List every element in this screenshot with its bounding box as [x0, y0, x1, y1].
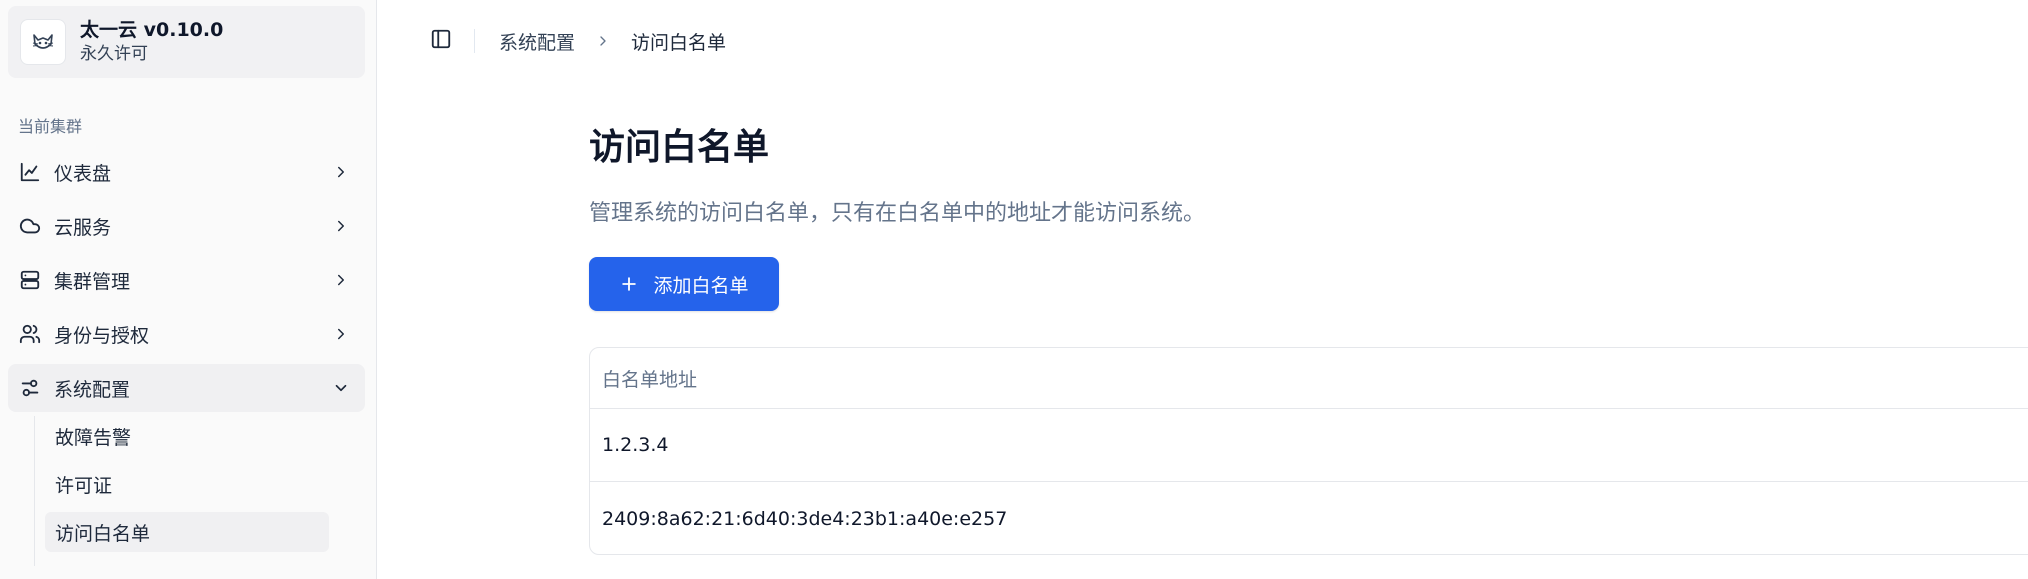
- sidebar-item-system-config[interactable]: 系统配置: [8, 364, 365, 412]
- brand-switcher[interactable]: 太一云 v0.10.0 永久许可: [8, 6, 365, 78]
- plus-icon: [619, 274, 639, 294]
- chevron-right-icon: [331, 216, 351, 236]
- cloud-icon: [18, 214, 42, 238]
- table-row[interactable]: 2409:8a62:21:6d40:3de4:23b1:a40e:e257: [590, 482, 2028, 554]
- chevron-right-icon: [595, 33, 611, 49]
- sidebar-subitem-label: 许可证: [55, 474, 113, 497]
- chevron-right-icon: [331, 270, 351, 290]
- panel-left-icon: [430, 28, 452, 54]
- main-content: 系统配置 访问白名单 访问白名单 管理系统的访问白名单，只有在白名单中的地址才能…: [377, 0, 2028, 579]
- submenu-guide-line: [34, 416, 35, 566]
- sidebar-item-label: 系统配置: [54, 378, 131, 401]
- breadcrumb-current: 访问白名单: [631, 31, 727, 54]
- whitelist-address-cell: 2409:8a62:21:6d40:3de4:23b1:a40e:e257: [602, 507, 1008, 530]
- sidebar-item-cloud-services[interactable]: 云服务: [8, 202, 365, 250]
- add-whitelist-button-label: 添加白名单: [653, 274, 749, 297]
- users-icon: [18, 322, 42, 346]
- chevron-right-icon: [331, 324, 351, 344]
- chevron-right-icon: [331, 162, 351, 182]
- breadcrumb: 系统配置 访问白名单: [499, 27, 726, 55]
- sidebar-subitem-license[interactable]: 许可证: [45, 464, 329, 504]
- sidebar-item-label: 云服务: [54, 216, 112, 239]
- page-title: 访问白名单: [589, 127, 770, 168]
- breadcrumb-parent-link[interactable]: 系统配置: [499, 28, 575, 55]
- app-root: 太一云 v0.10.0 永久许可 当前集群 仪表盘 云服务 集群管理 身份与授权…: [0, 0, 2028, 579]
- sidebar-subitem-label: 访问白名单: [55, 522, 151, 545]
- sidebar-item-identity-authorization[interactable]: 身份与授权: [8, 310, 365, 358]
- cat-logo-icon: [20, 19, 66, 65]
- whitelist-address-cell: 1.2.3.4: [602, 434, 669, 456]
- sidebar-item-label: 仪表盘: [54, 162, 112, 185]
- sidebar-subitem-label: 故障告警: [55, 426, 132, 449]
- brand-subtitle: 永久许可: [80, 44, 148, 64]
- topbar-divider: [474, 29, 475, 53]
- server-icon: [18, 268, 42, 292]
- sidebar-toggle-button[interactable]: [428, 28, 454, 54]
- sidebar-item-cluster-management[interactable]: 集群管理: [8, 256, 365, 304]
- sidebar-item-dashboard[interactable]: 仪表盘: [8, 148, 365, 196]
- sidebar-subitem-fault-alerts[interactable]: 故障告警: [45, 416, 329, 456]
- sidebar-subitem-access-whitelist[interactable]: 访问白名单: [45, 512, 329, 552]
- brand-title: 太一云 v0.10.0: [80, 19, 224, 41]
- chart-line-icon: [18, 160, 42, 184]
- table-header-address: 白名单地址: [590, 348, 2028, 409]
- page-description: 管理系统的访问白名单，只有在白名单中的地址才能访问系统。: [589, 201, 1206, 226]
- add-whitelist-button[interactable]: 添加白名单: [589, 257, 779, 311]
- sidebar-group-label: 当前集群: [18, 117, 83, 136]
- brand-text: 太一云 v0.10.0 永久许可: [80, 18, 223, 66]
- sidebar-item-label: 集群管理: [54, 270, 131, 293]
- sliders-icon: [18, 376, 42, 400]
- sidebar: 太一云 v0.10.0 永久许可 当前集群 仪表盘 云服务 集群管理 身份与授权…: [0, 0, 377, 579]
- whitelist-table: 白名单地址 1.2.3.4 2409:8a62:21:6d40:3de4:23b…: [589, 347, 2028, 555]
- sidebar-item-label: 身份与授权: [54, 324, 150, 347]
- table-row[interactable]: 1.2.3.4: [590, 409, 2028, 482]
- chevron-down-icon: [331, 378, 351, 398]
